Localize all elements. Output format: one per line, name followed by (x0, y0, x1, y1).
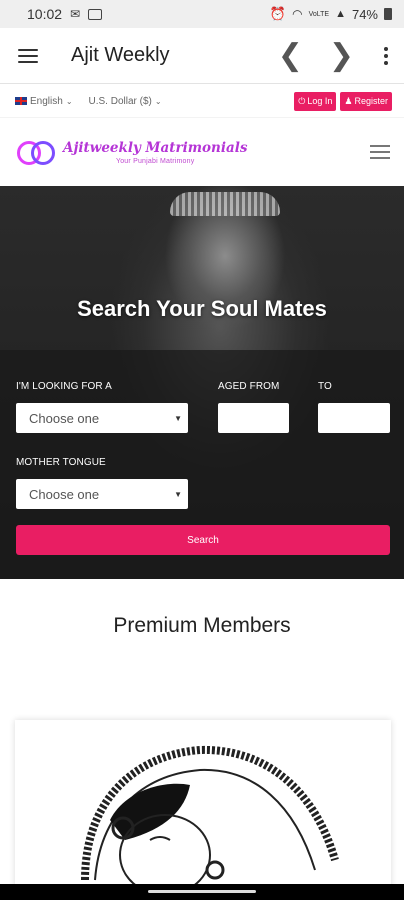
status-time: 10:02 (27, 6, 63, 22)
mail-icon: ✉ (70, 7, 81, 21)
brand-bar: Ajitweekly Matrimonials Your Punjabi Mat… (0, 117, 404, 186)
chevron-down-icon: ⌄ (154, 96, 162, 106)
wifi-icon: ◠ (292, 7, 303, 21)
chevron-down-icon: ⌄ (65, 96, 73, 106)
language-label: English (30, 95, 63, 107)
home-gesture-handle[interactable] (148, 890, 256, 893)
looking-for-select[interactable]: Choose one ▼ (16, 403, 188, 433)
forward-arrow-icon[interactable]: ❯ (329, 40, 354, 71)
volte-icon: VoLTE (308, 10, 330, 18)
premium-members-title: Premium Members (113, 614, 291, 637)
dropdown-arrow-icon: ▼ (174, 413, 182, 423)
site-menu-icon[interactable] (370, 145, 390, 159)
hero-image (170, 192, 280, 216)
status-bar: 10:02 ✉ ⏰ ◠ VoLTE ▲ 74% (0, 0, 404, 28)
member-illustration (81, 745, 339, 890)
language-selector[interactable]: English ⌄ (15, 96, 73, 107)
app-title: Ajit Weekly (71, 44, 170, 66)
currency-selector[interactable]: U.S. Dollar ($) ⌄ (89, 96, 162, 107)
app-bar: Ajit Weekly ❮ ❯ (0, 28, 404, 84)
mother-tongue-label: MOTHER TONGUE (16, 457, 106, 468)
brand-tagline: Your Punjabi Matrimony (115, 157, 195, 165)
top-utility-bar: English ⌄ U.S. Dollar ($) ⌄ ⏻ Log In ♟ R… (0, 85, 404, 117)
alarm-icon: ⏰ (269, 6, 287, 21)
search-button[interactable]: Search (16, 525, 390, 555)
signal-icon: ▲ (335, 8, 346, 20)
looking-for-label: I'M LOOKING FOR A (16, 381, 112, 392)
aged-to-label: TO (318, 381, 332, 392)
user-icon: ♟ (344, 95, 353, 106)
dropdown-arrow-icon: ▼ (174, 489, 182, 499)
system-navigation-bar (0, 884, 404, 900)
site-logo[interactable]: Ajitweekly Matrimonials Your Punjabi Mat… (15, 135, 247, 169)
mother-tongue-value: Choose one (29, 486, 100, 502)
login-label: Log In (307, 96, 333, 106)
battery-level: 74% (351, 6, 378, 22)
currency-label: U.S. Dollar ($) (88, 95, 152, 107)
register-button[interactable]: ♟ Register (340, 91, 392, 111)
uk-flag-icon (15, 97, 27, 105)
mother-tongue-select[interactable]: Choose one ▼ (16, 479, 188, 509)
hamburger-menu-icon[interactable] (18, 48, 38, 63)
brand-name: Ajitweekly Matrimonials (63, 139, 248, 156)
login-button[interactable]: ⏻ Log In (294, 91, 337, 111)
hero-title: Search Your Soul Mates (77, 296, 327, 321)
power-icon: ⏻ (298, 95, 306, 106)
aged-to-input[interactable] (318, 403, 390, 433)
back-arrow-icon[interactable]: ❮ (278, 40, 303, 71)
aged-from-label: AGED FROM (218, 381, 280, 392)
more-options-icon[interactable] (380, 46, 392, 65)
rings-logo-icon (15, 135, 59, 169)
register-label: Register (354, 96, 388, 106)
aged-from-input[interactable] (218, 403, 289, 433)
looking-for-value: Choose one (29, 410, 100, 426)
hero-banner: Search Your Soul Mates I'M LOOKING FOR A… (0, 186, 404, 579)
premium-member-card[interactable] (15, 720, 391, 890)
image-icon (88, 8, 103, 20)
battery-icon (384, 8, 392, 20)
